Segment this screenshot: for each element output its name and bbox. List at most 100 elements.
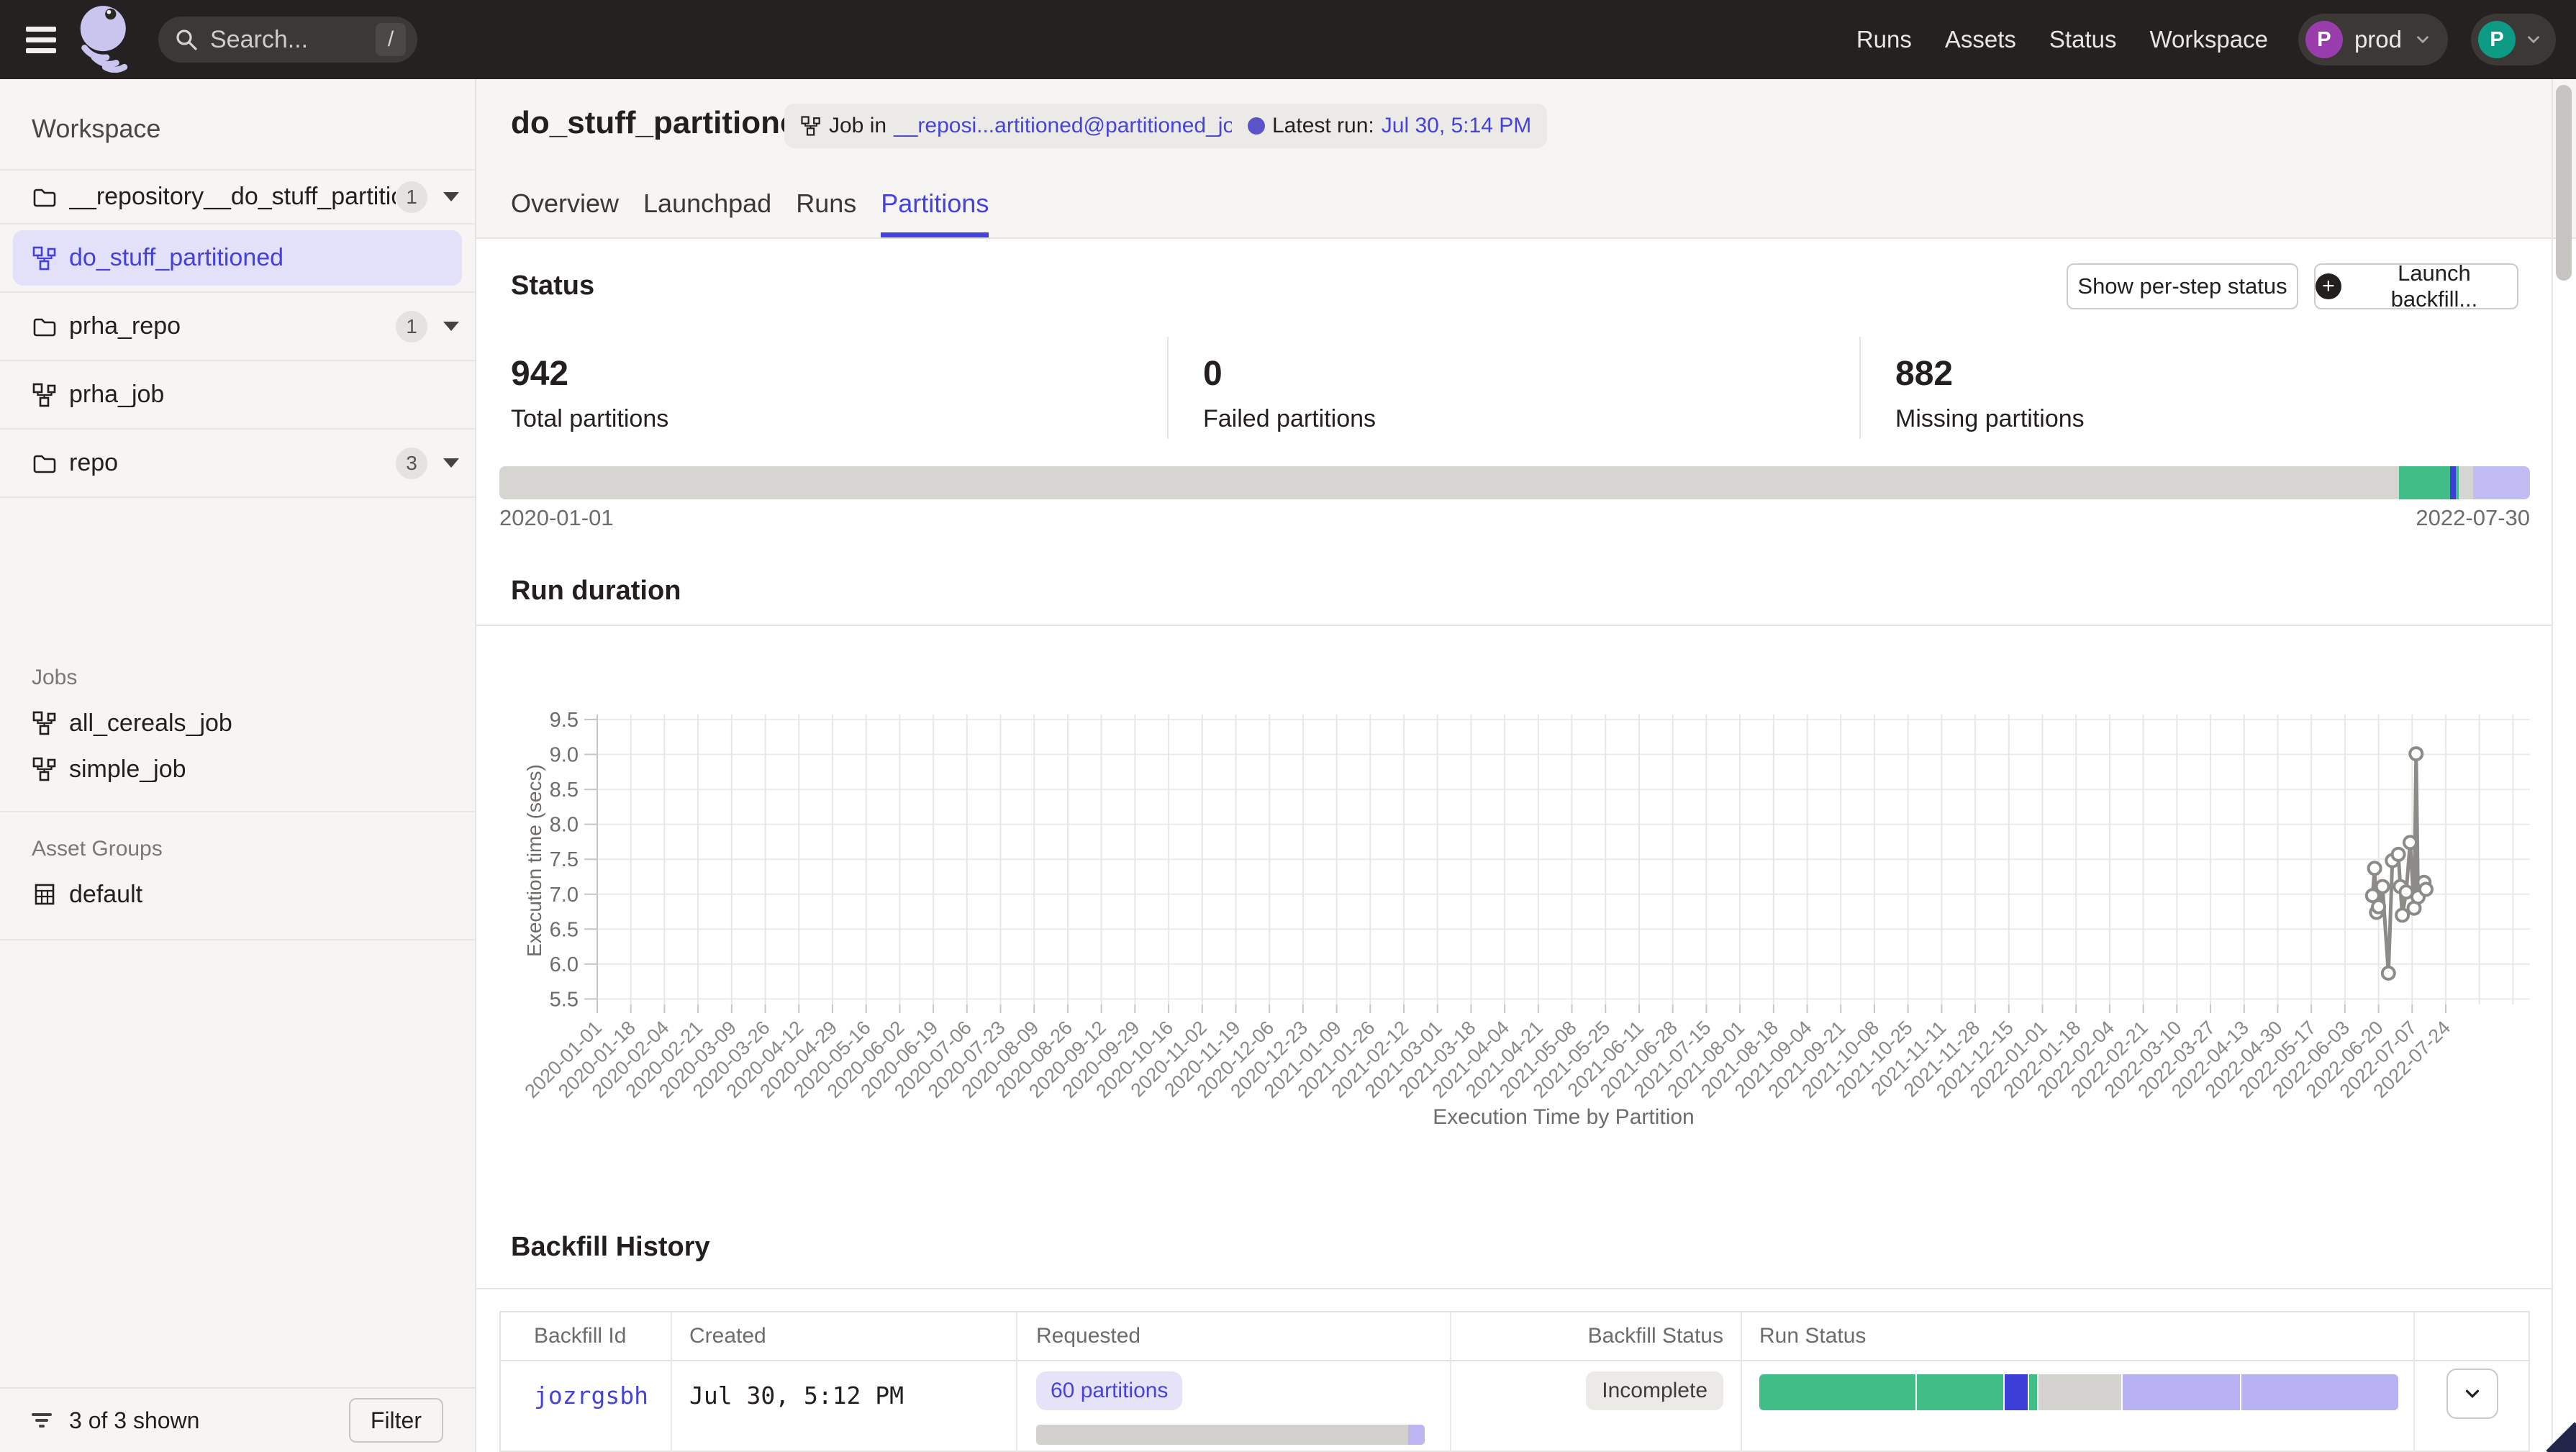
sidebar-item-label: prha_repo: [69, 312, 396, 340]
job-location-link[interactable]: __reposi...artitioned@partitioned_job: [894, 114, 1247, 138]
folder-icon: [32, 184, 58, 210]
sidebar-item-prha-job[interactable]: prha_job: [0, 360, 475, 428]
backfill-id-link[interactable]: jozrgsbh: [534, 1381, 648, 1410]
item-count-badge: 3: [396, 448, 427, 479]
search-input[interactable]: [210, 26, 376, 54]
launch-backfill-button[interactable]: + Launch backfill...: [2314, 263, 2518, 309]
sidebar-item-label: simple_job: [69, 756, 186, 784]
show-per-step-status-button[interactable]: Show per-step status: [2067, 263, 2298, 309]
data-point[interactable]: [2382, 967, 2395, 979]
page-title: do_stuff_partitioned: [511, 105, 817, 141]
plus-circle-icon: +: [2316, 273, 2341, 299]
stat-missing-partitions: 882 Missing partitions: [1861, 337, 2552, 439]
backfill-history-heading: Backfill History: [511, 1232, 710, 1263]
bar-segment: [1408, 1425, 1425, 1445]
job-icon: [32, 245, 58, 271]
backfill-status-tag: Incomplete: [1586, 1371, 1723, 1410]
stat-total-partitions: 942 Total partitions: [476, 337, 1169, 439]
deployment-avatar: P: [2305, 21, 2343, 58]
data-point[interactable]: [2396, 909, 2408, 921]
bar-segment: [2038, 1374, 2121, 1410]
backfill-created: Jul 30, 5:12 PM: [689, 1381, 904, 1410]
latest-run-link[interactable]: Jul 30, 5:14 PM: [1382, 114, 1531, 138]
table-header-row: Backfill IdCreatedRequestedBackfill Stat…: [501, 1312, 2529, 1360]
data-point[interactable]: [2377, 881, 2389, 893]
expand-row-button[interactable]: [2446, 1369, 2498, 1419]
sidebar-item-label: repo: [69, 449, 396, 477]
nav-link-runs[interactable]: Runs: [1856, 26, 1912, 53]
run-duration-chart: 9.59.08.58.07.57.06.56.05.52020-01-01202…: [476, 633, 2552, 1137]
column-header-requested: Requested: [1017, 1312, 1451, 1360]
data-point[interactable]: [2400, 886, 2413, 898]
data-point[interactable]: [2369, 862, 2381, 874]
top-navigation-bar: / Runs Assets Status Workspace P prod P: [0, 0, 2576, 79]
job-icon: [32, 756, 58, 782]
folder-icon: [32, 314, 58, 340]
repo-list: __repository__do_stuff_partitio...1 do_s…: [0, 169, 475, 498]
expand-caret-icon[interactable]: [443, 458, 459, 468]
sidebar-section-jobs: Jobs all_cereals_job simple_job: [0, 666, 475, 792]
bar-segment: [2399, 466, 2450, 499]
data-point[interactable]: [2420, 884, 2432, 896]
partition-status-bar[interactable]: [499, 466, 2530, 499]
sidebar-item-default[interactable]: default: [0, 871, 475, 917]
partition-bar-start-date: 2020-01-01: [499, 505, 614, 531]
sidebar-item-prha-repo[interactable]: prha_repo1: [0, 291, 475, 360]
nav-link-status[interactable]: Status: [2049, 26, 2117, 53]
data-point[interactable]: [2404, 836, 2416, 848]
expand-caret-icon[interactable]: [443, 322, 459, 331]
user-menu[interactable]: P: [2471, 14, 2556, 65]
run-status-bar[interactable]: [1759, 1374, 2398, 1410]
tab-overview[interactable]: Overview: [511, 189, 619, 237]
deployment-switcher[interactable]: P prod: [2298, 14, 2448, 65]
workspace-sidebar: Workspace __repository__do_stuff_partiti…: [0, 79, 476, 1452]
expand-caret-icon[interactable]: [443, 192, 459, 201]
filter-button[interactable]: Filter: [349, 1398, 443, 1443]
shown-count-label: 3 of 3 shown: [69, 1407, 199, 1434]
sidebar-item-repo[interactable]: repo3: [0, 428, 475, 496]
run-duration-heading: Run duration: [511, 576, 681, 607]
requested-partitions-badge[interactable]: 60 partitions: [1036, 1371, 1182, 1410]
divider: [476, 625, 2552, 626]
job-icon: [800, 115, 822, 137]
column-header-backfill-id: Backfill Id: [501, 1312, 672, 1360]
dagster-app: / Runs Assets Status Workspace P prod P Wor…: [0, 0, 2576, 1452]
sidebar-item-do-stuff-partitioned[interactable]: do_stuff_partitioned: [0, 223, 475, 291]
bar-segment: [2459, 466, 2473, 499]
folder-icon: [32, 450, 58, 476]
menu-icon[interactable]: [26, 23, 63, 56]
sidebar-item-label: default: [69, 881, 142, 909]
y-tick-label: 8.0: [550, 814, 579, 837]
global-search[interactable]: /: [158, 17, 417, 63]
sidebar-item-all_cereals_job[interactable]: all_cereals_job: [0, 700, 475, 746]
sidebar-groups: Jobs all_cereals_job simple_jobAsset Gro…: [0, 666, 475, 940]
data-point[interactable]: [2372, 901, 2385, 913]
column-header-created: Created: [672, 1312, 1017, 1360]
vertical-scrollbar[interactable]: [2556, 85, 2572, 281]
tab-launchpad[interactable]: Launchpad: [643, 189, 771, 237]
filter-list-icon: [29, 1407, 55, 1433]
x-axis-title: Execution Time by Partition: [1433, 1105, 1695, 1129]
nav-link-assets[interactable]: Assets: [1945, 26, 2016, 53]
stat-value: 0: [1203, 354, 1859, 394]
job-location-badge: Job in __reposi...artitioned@partitioned…: [784, 104, 1299, 148]
y-tick-label: 6.0: [550, 953, 579, 976]
tab-runs[interactable]: Runs: [796, 189, 856, 237]
nav-link-workspace[interactable]: Workspace: [2149, 26, 2267, 53]
divider: [0, 811, 475, 812]
table-body: jozrgsbhJul 30, 5:12 PM 60 partitions 20…: [501, 1360, 2529, 1452]
job-icon: [32, 382, 58, 408]
latest-run-prefix: Latest run:: [1272, 114, 1374, 138]
dagster-logo-icon[interactable]: [76, 4, 138, 76]
y-tick-label: 7.0: [550, 884, 579, 907]
chevron-down-icon: [2462, 1383, 2483, 1405]
data-point[interactable]: [2393, 848, 2405, 861]
tab-partitions[interactable]: Partitions: [881, 189, 989, 237]
sidebar-item-simple_job[interactable]: simple_job: [0, 746, 475, 792]
sidebar-item--repository-do-stuff-partitio-[interactable]: __repository__do_stuff_partitio...1: [0, 169, 475, 223]
y-tick-label: 9.5: [550, 709, 579, 732]
y-tick-label: 9.0: [550, 744, 579, 767]
bar-segment: [2029, 1374, 2037, 1410]
data-point[interactable]: [2410, 748, 2422, 760]
partition-stats: 942 Total partitions0 Failed partitions8…: [476, 337, 2552, 439]
